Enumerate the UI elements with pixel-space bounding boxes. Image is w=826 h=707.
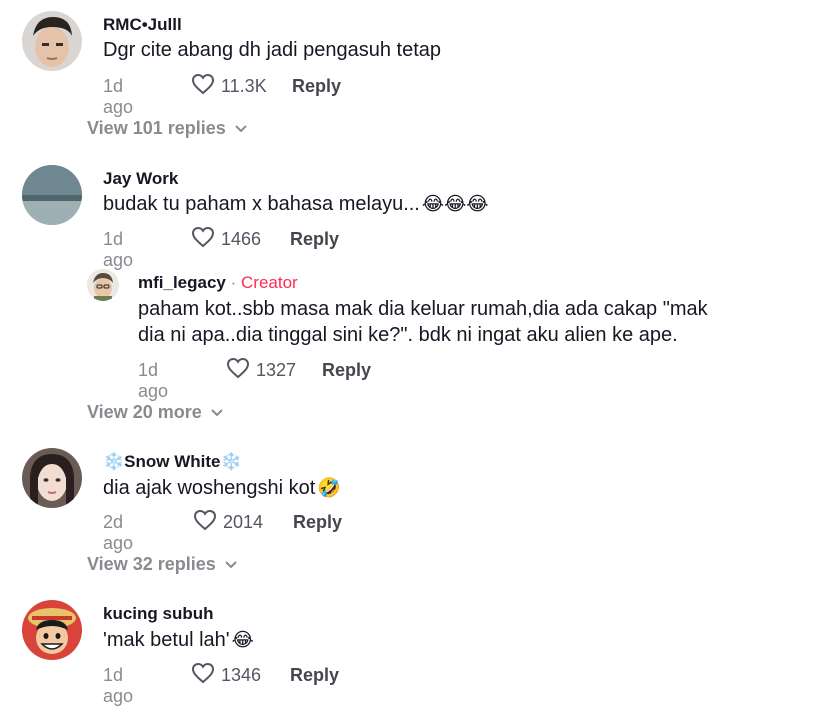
chevron-down-icon (224, 554, 238, 575)
like-count: 11.3K (221, 76, 267, 96)
avatar[interactable] (22, 448, 82, 508)
avatar[interactable] (22, 600, 82, 660)
like-count: 1346 (221, 665, 262, 685)
heart-outline-icon (191, 73, 215, 100)
like-button[interactable]: 11.3K (191, 73, 267, 100)
like-button[interactable]: 1327 (226, 357, 296, 384)
laughing-emoji: 😂 (231, 630, 254, 651)
chevron-down-icon (234, 118, 248, 139)
chevron-down-icon (210, 402, 224, 423)
reply-button[interactable]: Reply (292, 76, 341, 97)
like-count: 1466 (221, 229, 262, 249)
view-replies-button[interactable]: View 32 replies (87, 554, 238, 575)
comment-date: 2d ago (103, 512, 134, 553)
laughing-emoji: 😂😂😂 (421, 194, 489, 215)
snowflake-emoji: ❄️ (103, 452, 125, 471)
comment-username[interactable]: ❄️Snow White❄️ (103, 452, 242, 472)
comment-username[interactable]: RMC•Julll (103, 15, 182, 35)
comment-text: 'mak betul lah' 😂 (103, 627, 254, 654)
comment-date: 1d ago (103, 76, 134, 117)
creator-badge: Creator (241, 273, 298, 292)
heart-outline-icon (193, 509, 217, 536)
rofl-emoji: 🤣 (317, 478, 342, 499)
like-button[interactable]: 1346 (191, 662, 261, 689)
reply-username: mfi_legacy · Creator (138, 273, 298, 293)
view-replies-label: View 32 replies (87, 554, 216, 574)
reply-button[interactable]: Reply (293, 512, 342, 533)
like-button[interactable]: 2014 (193, 509, 263, 536)
comment-username-name: Snow White (124, 452, 221, 471)
comment-text-body: dia ajak woshengshi kot (103, 477, 316, 499)
reply-button[interactable]: Reply (322, 360, 371, 381)
comment-date: 1d ago (103, 229, 134, 270)
heart-outline-icon (226, 357, 250, 384)
view-replies-label: View 20 more (87, 402, 202, 422)
avatar[interactable] (22, 165, 82, 225)
separator: · (225, 273, 241, 292)
comment-text: dia ajak woshengshi kot 🤣 (103, 475, 341, 502)
view-replies-button[interactable]: View 101 replies (87, 118, 248, 139)
like-count: 2014 (223, 512, 264, 532)
reply-button[interactable]: Reply (290, 665, 339, 686)
snowflake-emoji: ❄️ (220, 452, 242, 471)
reply-text-line: dia ni apa..dia tinggal sini ke?". bdk n… (138, 324, 678, 346)
view-replies-button[interactable]: View 20 more (87, 402, 224, 423)
avatar[interactable] (22, 11, 82, 71)
comment-username[interactable]: kucing subuh (103, 604, 214, 624)
view-replies-label: View 101 replies (87, 118, 226, 138)
comment-username[interactable]: Jay Work (103, 169, 178, 189)
reply-username-name[interactable]: mfi_legacy (138, 273, 226, 292)
comment-text-body: budak tu paham x bahasa melayu... (103, 193, 420, 215)
heart-outline-icon (191, 226, 215, 253)
reply-button[interactable]: Reply (290, 229, 339, 250)
comment-text: budak tu paham x bahasa melayu... 😂😂😂 (103, 191, 488, 218)
avatar[interactable] (87, 269, 119, 301)
reply-date: 1d ago (138, 360, 169, 401)
reply-text-line: paham kot..sbb masa mak dia keluar rumah… (138, 298, 708, 320)
like-button[interactable]: 1466 (191, 226, 261, 253)
like-count: 1327 (256, 360, 297, 380)
comment-text: Dgr cite abang dh jadi pengasuh tetap (103, 39, 442, 61)
heart-outline-icon (191, 662, 215, 689)
comment-text-body: 'mak betul lah' (103, 629, 230, 651)
